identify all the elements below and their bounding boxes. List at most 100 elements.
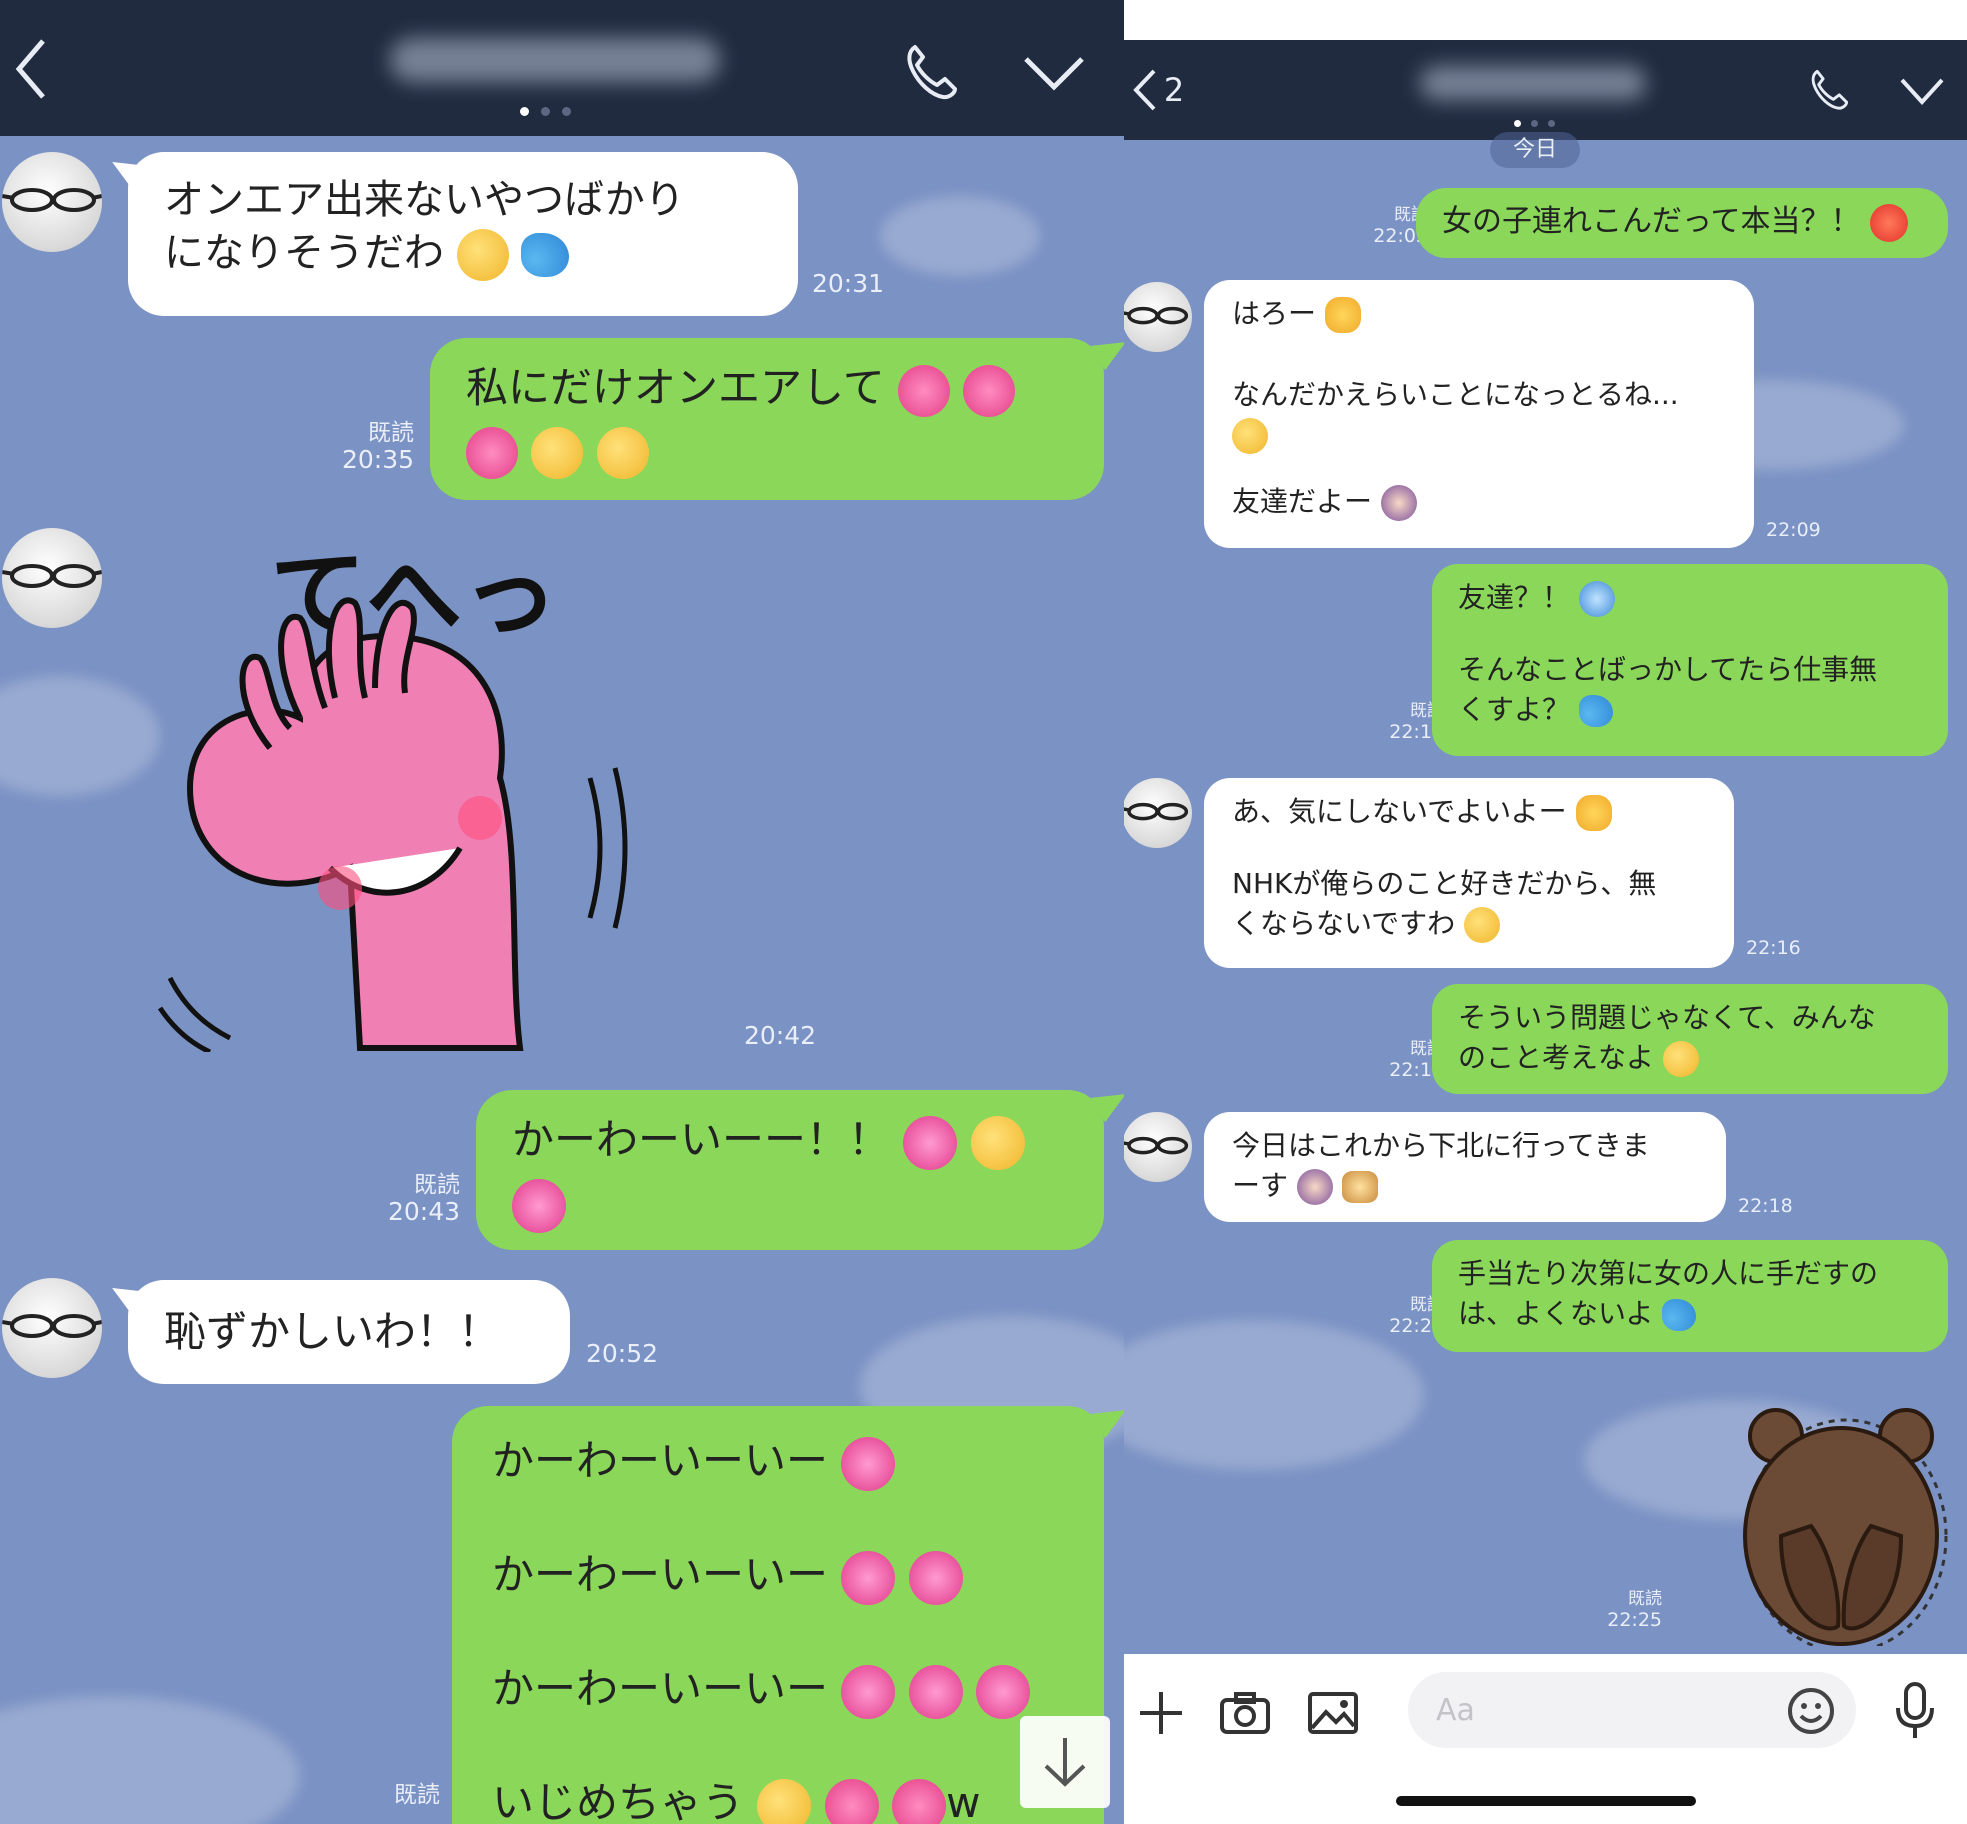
friend-avatar[interactable] bbox=[1124, 1112, 1192, 1182]
left-chat-screenshot: オンエア出来ないやつばかり になりそうだわ 20:31 既読 20:35 私にだ… bbox=[0, 0, 1124, 1824]
message-line: かーわーいーいー bbox=[492, 1548, 1064, 1662]
message-line: ーす bbox=[1232, 1166, 1698, 1206]
message-line: かーわーいーいー bbox=[492, 1434, 1064, 1548]
message-input[interactable]: Aa bbox=[1408, 1672, 1856, 1748]
chevron-down-icon[interactable] bbox=[1894, 74, 1950, 108]
message-line: 私にだけオンエアして bbox=[466, 360, 1068, 417]
sweat-smile-emoji bbox=[1232, 418, 1268, 455]
message-line: 手当たり次第に女の人に手だすの bbox=[1458, 1257, 1879, 1290]
read-receipt: 既読 22:25 bbox=[1607, 1589, 1662, 1631]
smile-face-emoji bbox=[596, 427, 649, 479]
phone-icon[interactable] bbox=[896, 38, 966, 104]
emoji-icon[interactable] bbox=[1786, 1686, 1836, 1736]
message-line bbox=[466, 423, 1068, 479]
message-line: NHKが俺らのこと好きだから、無 bbox=[1232, 866, 1657, 900]
chevron-down-icon[interactable] bbox=[1016, 50, 1092, 96]
message-line: そんなことばっかしてたら仕事無 bbox=[1458, 652, 1878, 686]
page-indicator bbox=[1514, 120, 1555, 127]
read-receipt: 既読 20:35 bbox=[341, 420, 414, 475]
message-bubble-out[interactable]: そういう問題じゃなくて、みんな のこと考えなよ bbox=[1432, 984, 1948, 1094]
message-line: あ、気にしないでよいよー bbox=[1232, 792, 1706, 832]
crying-face-emoji bbox=[1662, 1040, 1699, 1077]
grinning-squint-emoji bbox=[757, 1778, 812, 1824]
message-line: かーわーいーいー bbox=[492, 1662, 1064, 1776]
blurred-chat-name bbox=[390, 38, 720, 82]
sparkling-heart-emoji bbox=[908, 1664, 963, 1719]
raised-hand-emoji bbox=[1575, 795, 1612, 831]
back-arrow-icon[interactable] bbox=[6, 34, 56, 104]
woman-emoji bbox=[1296, 1168, 1333, 1205]
scroll-down-icon[interactable] bbox=[1020, 1716, 1110, 1808]
heart-emoji bbox=[824, 1778, 879, 1824]
heart-emoji bbox=[892, 1778, 947, 1824]
message-bubble-out[interactable]: 女の子連れこんだって本当？！ bbox=[1416, 188, 1948, 258]
pink-character-sticker[interactable]: てへっ bbox=[150, 539, 690, 1055]
message-line: 友達だよー bbox=[1232, 482, 1726, 523]
sparkling-heart-emoji bbox=[908, 1550, 963, 1605]
message-line: そういう問題じゃなくて、みんな bbox=[1458, 1001, 1876, 1034]
message-time: 22:09 bbox=[1766, 519, 1821, 541]
phone-icon[interactable] bbox=[1804, 64, 1854, 114]
message-bubble-in[interactable]: オンエア出来ないやつばかり になりそうだわ bbox=[128, 152, 798, 316]
message-line: くすよ？ bbox=[1458, 690, 1922, 730]
message-time: 22:16 bbox=[1746, 937, 1801, 959]
heart-emoji bbox=[466, 427, 518, 479]
sparkling-heart-emoji bbox=[841, 1664, 896, 1719]
chat-header: 2 bbox=[1124, 40, 1967, 140]
blurred-chat-name bbox=[1420, 66, 1646, 100]
image-icon[interactable] bbox=[1306, 1688, 1360, 1738]
friend-avatar[interactable] bbox=[2, 528, 102, 628]
message-line: になりそうだわ bbox=[164, 227, 762, 281]
message-bubble-out[interactable]: かーわーいーー！！ bbox=[476, 1090, 1104, 1250]
plus-icon[interactable] bbox=[1136, 1688, 1186, 1738]
sparkling-heart-emoji bbox=[903, 1115, 958, 1170]
message-line: はろー bbox=[1232, 294, 1726, 335]
blush-face-emoji bbox=[531, 427, 584, 479]
message-line: オンエア出来ないやつばかり bbox=[164, 177, 685, 223]
dash-emoji bbox=[1341, 1170, 1378, 1203]
sweat-droplets-emoji bbox=[1578, 694, 1613, 727]
message-bubble-in[interactable]: あ、気にしないでよいよー NHKが俺らのこと好きだから、無 くならないですわ bbox=[1204, 778, 1734, 968]
sweat-smile-emoji bbox=[456, 228, 509, 281]
friend-avatar[interactable] bbox=[1124, 282, 1192, 352]
message-time: 20:31 bbox=[812, 269, 885, 298]
message-line: 友達？！ bbox=[1458, 578, 1922, 618]
message-time: 22:18 bbox=[1738, 1195, 1793, 1217]
message-bubble-in[interactable]: はろー なんだかえらいことになっとるね... 友達だよー bbox=[1204, 280, 1754, 548]
back-arrow-icon[interactable]: 2 bbox=[1126, 64, 1190, 116]
message-line: のこと考えなよ bbox=[1458, 1038, 1922, 1078]
message-bubble-in[interactable]: 恥ずかしいわ！！ bbox=[128, 1280, 570, 1384]
flushed-face-emoji bbox=[970, 1115, 1025, 1170]
message-bubble-in[interactable]: 今日はこれから下北に行ってきま ーす bbox=[1204, 1112, 1726, 1222]
friend-avatar[interactable] bbox=[2, 1278, 102, 1378]
read-receipt: 既読 bbox=[394, 1782, 440, 1808]
page-indicator bbox=[520, 107, 571, 116]
input-placeholder: Aa bbox=[1436, 1692, 1475, 1728]
woman-gesturing-emoji bbox=[1380, 484, 1417, 521]
sparkling-heart-emoji bbox=[841, 1436, 896, 1491]
message-line: 女の子連れこんだって本当？！ bbox=[1442, 204, 1861, 239]
message-line: いじめちゃう w bbox=[492, 1776, 1064, 1824]
message-bubble-out[interactable]: かーわーいーいー かーわーいーいー かーわーいーいー いじめちゃう w bbox=[452, 1406, 1104, 1824]
message-bubble-out[interactable]: 手当たり次第に女の人に手だすの は、よくないよ bbox=[1432, 1240, 1948, 1352]
bear-covering-face-sticker[interactable] bbox=[1726, 1386, 1956, 1654]
date-chip: 今日 bbox=[1490, 132, 1580, 168]
sparkling-heart-emoji bbox=[976, 1664, 1031, 1719]
message-line bbox=[512, 1176, 1068, 1233]
message-bubble-out[interactable]: 友達？！ そんなことばっかしてたら仕事無 くすよ？ bbox=[1432, 564, 1948, 756]
camera-icon[interactable] bbox=[1218, 1688, 1272, 1738]
message-line: は、よくないよ bbox=[1458, 1294, 1922, 1334]
message-line: 今日はこれから下北に行ってきま bbox=[1232, 1129, 1650, 1162]
message-line: くならないですわ bbox=[1232, 904, 1706, 944]
sweat-droplets-emoji bbox=[521, 232, 570, 277]
scream-face-emoji bbox=[1578, 581, 1615, 617]
mic-icon[interactable] bbox=[1894, 1682, 1936, 1740]
message-bubble-out[interactable]: 私にだけオンエアして bbox=[430, 338, 1104, 500]
chat-header bbox=[0, 0, 1124, 136]
unread-count: 2 bbox=[1163, 71, 1185, 109]
friend-avatar[interactable] bbox=[1124, 778, 1192, 848]
read-receipt: 既読 20:43 bbox=[387, 1172, 460, 1227]
friend-avatar[interactable] bbox=[2, 152, 102, 252]
message-line: 恥ずかしいわ！！ bbox=[164, 1307, 501, 1356]
tongue-face-emoji bbox=[1464, 906, 1501, 943]
